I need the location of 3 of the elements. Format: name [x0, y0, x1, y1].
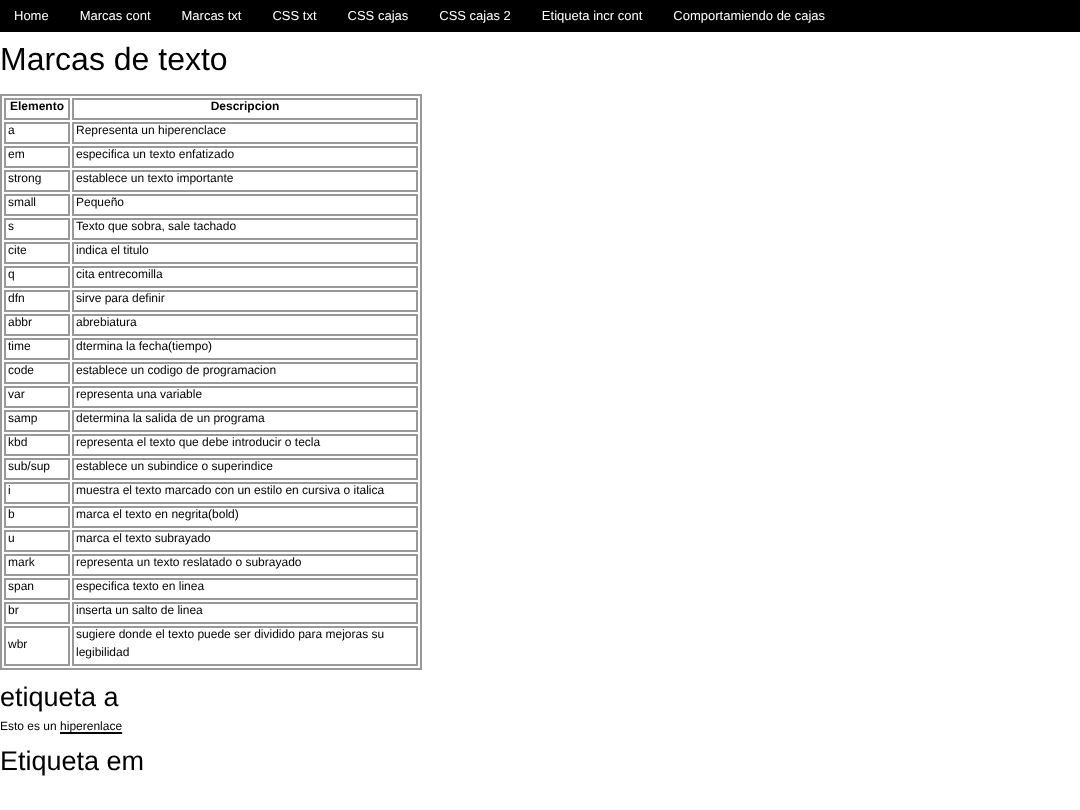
section-heading: Etiqueta em — [0, 746, 147, 778]
page-title: Marcas de texto — [0, 42, 230, 82]
section-heading: etiqueta a — [0, 682, 121, 714]
